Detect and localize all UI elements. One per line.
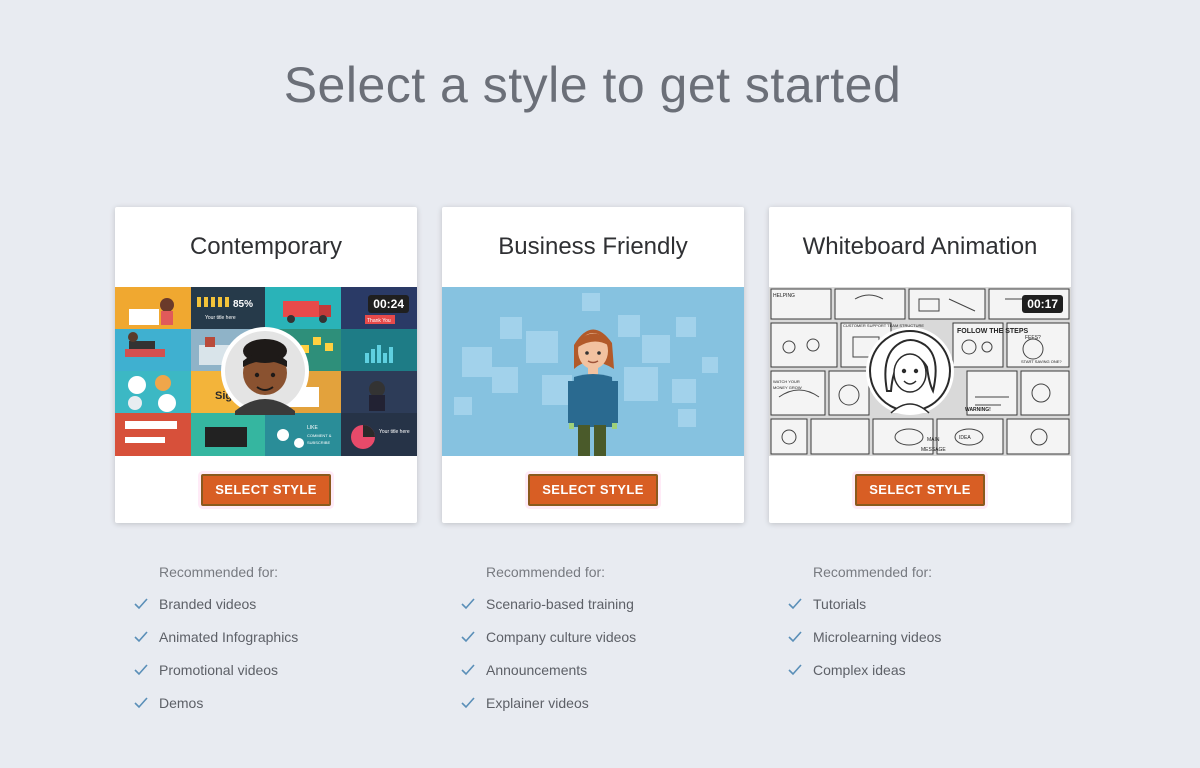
recommended-list: Tutorials Microlearning videos Complex i… [769,595,1071,694]
list-item: Complex ideas [769,661,1071,694]
duration-badge: 00:24 [368,295,409,313]
whiteboard-preview-video[interactable]: HELPING CUSTOMER SUPPORT TEAM STRUCTURE … [769,287,1071,456]
card-title: Business Friendly [498,233,688,260]
page-title: Select a style to get started [283,57,902,113]
list-item: Company culture videos [442,628,744,661]
checkmark-icon [134,697,148,709]
list-item-label: Animated Infographics [159,629,299,645]
list-item-label: Branded videos [159,596,257,612]
checkmark-icon [134,664,148,676]
whiteboard-idea-label: IDEA [959,435,971,441]
checkmark-icon [461,664,475,676]
list-item: Tutorials [769,595,1071,628]
recommended-business-friendly: Recommended for: Scenario-based training… [442,563,744,727]
checkmark-icon [461,697,475,709]
select-style-button-whiteboard[interactable]: SELECT STYLE [855,473,985,506]
list-item-label: Tutorials [813,596,867,612]
list-item-label: Scenario-based training [486,596,634,612]
select-style-button-business-friendly[interactable]: SELECT STYLE [528,473,658,506]
subscribe-label: SUBSCRIBE [307,440,330,445]
list-item: Branded videos [115,595,417,628]
list-item: Explainer videos [442,694,744,727]
list-item-label: Explainer videos [486,695,589,711]
whiteboard-message-label: MESSAGE [921,447,946,453]
style-card-contemporary: Contemporary 85% Your title here Thank Y… [115,207,417,523]
list-item: Microlearning videos [769,628,1071,661]
recommended-contemporary: Recommended for: Branded videos Animated… [115,563,417,727]
card-title: Whiteboard Animation [802,233,1038,260]
list-item-label: Announcements [486,662,588,678]
list-item: Demos [115,694,417,727]
thank-you-label: Thank You [367,318,391,324]
whiteboard-fees-label: FEES? [1025,335,1041,341]
checkmark-icon [134,631,148,643]
whiteboard-grow-label: MONEY GROW [773,385,802,390]
recommended-whiteboard: Recommended for: Tutorials Microlearning… [769,563,1071,694]
contemporary-preview-video[interactable]: 85% Your title here Thank You Sign LIKE … [115,287,417,456]
whiteboard-warning-label: WARNING! [965,407,991,413]
list-item: Announcements [442,661,744,694]
like-label: LIKE [307,425,319,431]
tile-title-label: Your title here [205,315,236,321]
list-item-label: Microlearning videos [813,629,942,645]
list-item: Scenario-based training [442,595,744,628]
select-style-button-contemporary[interactable]: SELECT STYLE [201,473,331,506]
list-item-label: Company culture videos [486,629,637,645]
checkmark-icon [134,598,148,610]
recommended-heading: Recommended for: [486,564,606,580]
business-friendly-preview-video[interactable] [442,287,744,456]
list-item-label: Demos [159,695,204,711]
business-friendly-preview-image [442,287,744,456]
list-item-label: Complex ideas [813,662,906,678]
whiteboard-watch-label: WATCH YOUR [773,379,800,384]
list-item: Animated Infographics [115,628,417,661]
list-item: Promotional videos [115,661,417,694]
checkmark-icon [461,598,475,610]
recommended-heading: Recommended for: [813,564,933,580]
whiteboard-saving-label: START SAVING ONE? [1021,359,1062,364]
tile-title-label-2: Your title here [379,429,410,435]
duration-badge: 00:17 [1022,295,1063,313]
style-card-business-friendly: Business Friendly SELECT STYLE [442,207,744,523]
recommended-heading: Recommended for: [159,564,279,580]
comment-label: COMMENT & [307,433,332,438]
checkmark-icon [461,631,475,643]
whiteboard-follow-label: FOLLOW THE STEPS [957,328,1028,335]
recommended-list: Scenario-based training Company culture … [442,595,744,727]
whiteboard-helping-label: HELPING [773,293,795,299]
list-item-label: Promotional videos [159,662,279,678]
whiteboard-main-label: MAIN [927,437,940,443]
style-card-whiteboard-animation: Whiteboard Animation HELPING CUSTOMER SU… [769,207,1071,523]
checkmark-icon [788,631,802,643]
recommended-list: Branded videos Animated Infographics Pro… [115,595,417,727]
checkmark-icon [788,598,802,610]
card-title: Contemporary [189,233,343,260]
checkmark-icon [788,664,802,676]
stat-label: 85% [233,299,253,310]
